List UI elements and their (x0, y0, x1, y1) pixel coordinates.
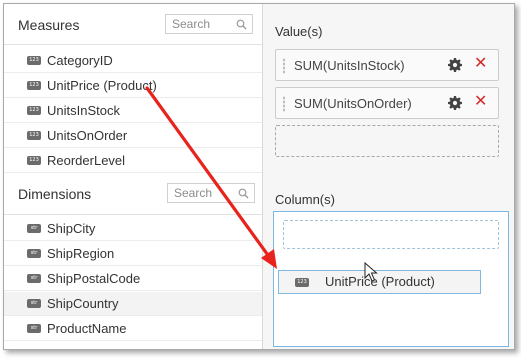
drag-grip-icon[interactable] (283, 58, 285, 74)
dimension-label: ProductName (47, 321, 127, 336)
dimension-item-productname[interactable]: str ProductName (4, 317, 262, 341)
dimension-item-shippostalcode[interactable]: str ShipPostalCode (4, 267, 262, 291)
string-type-icon: str (27, 324, 41, 333)
measure-label: UnitsInStock (47, 103, 120, 118)
data-panel: Measures Search 123 CategoryID 123 UnitP… (3, 3, 515, 350)
field-list-panel: Measures Search 123 CategoryID 123 UnitP… (4, 4, 262, 349)
measures-header-rule (4, 44, 262, 45)
measures-title: Measures (18, 17, 80, 33)
numeric-type-icon: 123 (27, 56, 41, 65)
numeric-type-icon: 123 (27, 106, 41, 115)
gear-icon[interactable] (448, 58, 462, 72)
numeric-type-icon: 123 (27, 131, 41, 140)
numeric-type-icon: 123 (27, 156, 41, 165)
dimension-label: ShipCountry (47, 296, 119, 311)
axis-wells-panel: Value(s) SUM(UnitsInStock) ✕ SUM(UnitsOn… (263, 4, 514, 349)
values-drop-zone[interactable] (275, 125, 499, 157)
measure-item-unitsonorder[interactable]: 123 UnitsOnOrder (4, 124, 262, 148)
value-well-label: SUM(UnitsInStock) (294, 58, 405, 73)
dimensions-search-input[interactable]: Search (167, 183, 255, 203)
drag-grip-icon[interactable] (283, 96, 285, 112)
value-well-item-unitsinstock[interactable]: SUM(UnitsInStock) ✕ (275, 49, 499, 81)
measure-label: UnitPrice (Product) (47, 78, 157, 93)
measures-search-input[interactable]: Search (165, 14, 253, 34)
value-well-label: SUM(UnitsOnOrder) (294, 96, 412, 111)
dimension-item-shipcountry[interactable]: str ShipCountry (4, 292, 262, 316)
columns-title: Column(s) (275, 192, 335, 207)
close-icon[interactable]: ✕ (474, 55, 487, 73)
string-type-icon: str (27, 274, 41, 283)
gear-icon[interactable] (448, 96, 462, 110)
measure-item-reorderlevel[interactable]: 123 ReorderLevel (4, 149, 262, 173)
dimensions-title: Dimensions (18, 186, 92, 202)
value-well-item-unitsonorder[interactable]: SUM(UnitsOnOrder) ✕ (275, 87, 499, 119)
dimension-label: ShipCity (47, 221, 96, 236)
dimensions-header: Dimensions Search (4, 174, 262, 212)
measure-item-unitprice[interactable]: 123 UnitPrice (Product) (4, 74, 262, 98)
dimension-item-shipregion[interactable]: str ShipRegion (4, 242, 262, 266)
dimensions-search-placeholder: Search (174, 186, 213, 200)
dimension-label: ShipPostalCode (47, 271, 141, 286)
numeric-type-icon: 123 (295, 278, 309, 287)
string-type-icon: str (27, 224, 41, 233)
columns-drop-zone[interactable] (283, 220, 499, 249)
measure-item-unitsinstock[interactable]: 123 UnitsInStock (4, 99, 262, 123)
close-icon[interactable]: ✕ (474, 93, 487, 111)
search-icon (238, 188, 249, 199)
measures-header: Measures Search (4, 4, 262, 42)
dimension-item-shipcity[interactable]: str ShipCity (4, 217, 262, 241)
dragged-field-unitprice[interactable]: 123 UnitPrice (Product) (278, 270, 481, 294)
measure-label: ReorderLevel (47, 153, 126, 168)
numeric-type-icon: 123 (27, 81, 41, 90)
string-type-icon: str (27, 299, 41, 308)
measure-label: UnitsOnOrder (47, 128, 128, 143)
measure-item-categoryid[interactable]: 123 CategoryID (4, 49, 262, 73)
measure-label: CategoryID (47, 53, 113, 68)
dimensions-header-rule (4, 214, 262, 215)
dimension-label: ShipRegion (47, 246, 115, 261)
values-title: Value(s) (275, 24, 323, 39)
string-type-icon: str (27, 249, 41, 258)
dragged-field-label: UnitPrice (Product) (325, 274, 435, 289)
search-icon (236, 19, 247, 30)
measures-search-placeholder: Search (172, 17, 211, 31)
